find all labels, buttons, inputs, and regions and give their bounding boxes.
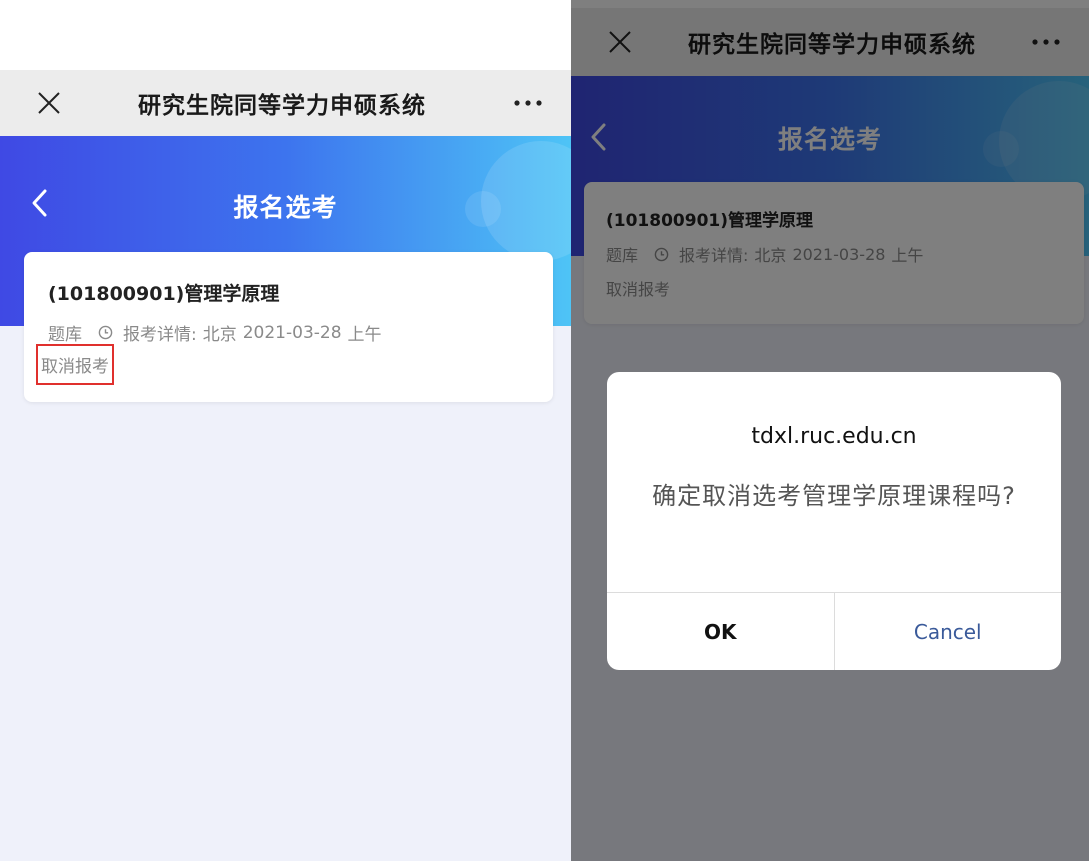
- right-screen: 研究生院同等学力申硕系统 报名选考 (101800901)管理学原理 题库 报考…: [571, 0, 1089, 861]
- source-label: 题库: [48, 325, 82, 345]
- dialog-message: 确定取消选考管理学原理课程吗?: [652, 482, 1016, 510]
- titlebar: 研究生院同等学力申硕系统: [0, 70, 571, 136]
- cancel-button[interactable]: Cancel: [835, 593, 1062, 670]
- page-title: 报名选考: [233, 193, 338, 222]
- exam-date: 2021-03-28: [242, 322, 342, 343]
- dialog-button-row: OK Cancel: [607, 592, 1061, 670]
- course-name: (101800901)管理学原理: [48, 283, 280, 305]
- confirm-dialog: tdxl.ruc.edu.cn 确定取消选考管理学原理课程吗? OK Cance…: [607, 372, 1061, 670]
- exam-location: 北京: [202, 325, 237, 345]
- course-card: (101800901)管理学原理 题库 报考详情: 北京 2021-03-28 …: [24, 252, 553, 402]
- exam-session: 上午: [347, 325, 382, 345]
- dialog-domain: tdxl.ruc.edu.cn: [751, 424, 917, 449]
- clock-icon: [98, 325, 113, 340]
- course-meta: 题库 报考详情: 北京 2021-03-28 上午: [48, 320, 382, 346]
- content-area: [0, 326, 571, 861]
- more-icon[interactable]: [513, 99, 543, 107]
- cancel-registration-link[interactable]: 取消报考: [36, 344, 114, 385]
- app-title: 研究生院同等学力申硕系统: [138, 93, 426, 119]
- detail-label: 报考详情:: [123, 325, 197, 345]
- close-icon[interactable]: [36, 90, 62, 116]
- ok-button[interactable]: OK: [607, 593, 835, 670]
- left-screen: 研究生院同等学力申硕系统 报名选考 (101800901)管理学原理 题库 报考…: [0, 0, 571, 861]
